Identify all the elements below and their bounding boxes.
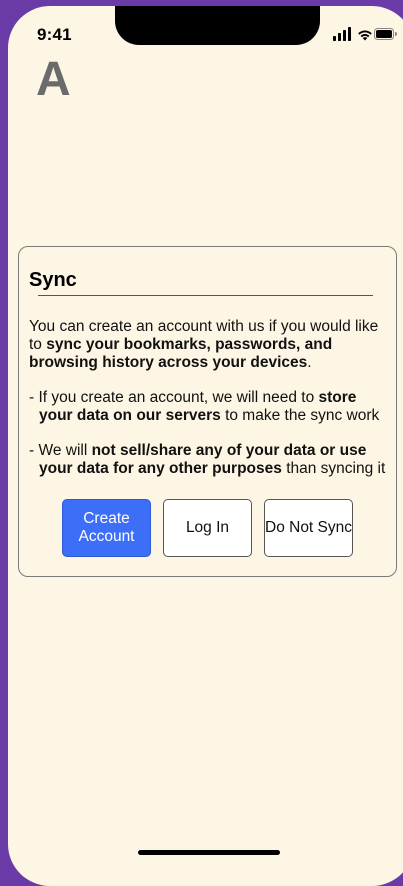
home-indicator[interactable] xyxy=(138,850,280,855)
intro-bold-text: sync your bookmarks, passwords, and brow… xyxy=(29,336,333,371)
battery-icon xyxy=(374,28,397,40)
dialog-title: Sync xyxy=(29,269,77,291)
bullet1-suffix: to make the sync work xyxy=(220,407,380,424)
notch xyxy=(115,6,320,45)
log-in-button[interactable]: Log In xyxy=(163,499,252,557)
bullet2-text: - We will xyxy=(29,442,92,459)
bullet-no-sell: - We will not sell/share any of your dat… xyxy=(29,442,394,478)
status-icons xyxy=(333,27,397,41)
bullet-store-data: - If you create an account, we will need… xyxy=(29,389,394,425)
create-account-button[interactable]: Create Account xyxy=(62,499,151,557)
bullet1-text: - If you create an account, we will need… xyxy=(29,389,319,406)
intro-paragraph: You can create an account with us if you… xyxy=(29,318,394,372)
button-row: Create Account Log In Do Not Sync xyxy=(19,499,396,559)
title-divider xyxy=(38,295,373,296)
signal-icon xyxy=(333,27,351,41)
bullet2-suffix: than syncing it xyxy=(281,460,386,477)
status-time: 9:41 xyxy=(37,25,72,44)
intro-suffix: . xyxy=(307,354,312,371)
dialog-body: You can create an account with us if you… xyxy=(29,318,394,495)
wifi-icon xyxy=(358,30,372,41)
do-not-sync-button[interactable]: Do Not Sync xyxy=(264,499,353,557)
sync-dialog: Sync You can create an account with us i… xyxy=(18,246,397,577)
phone-screen: 9:41 A Sync You can create an account wi… xyxy=(8,6,403,886)
app-logo: A xyxy=(36,53,71,106)
